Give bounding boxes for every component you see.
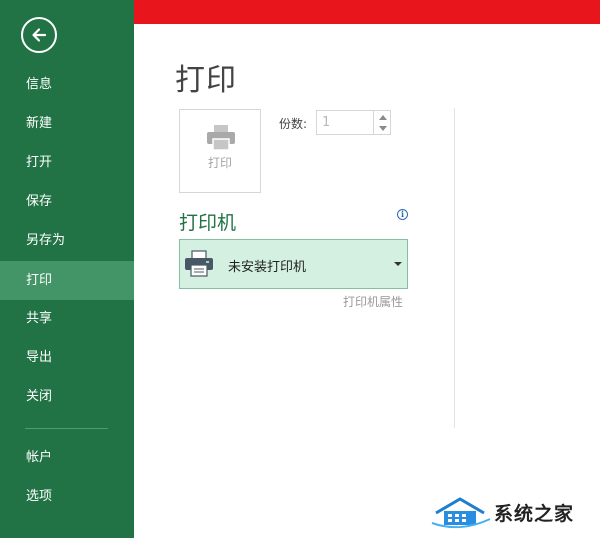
nav-item-close[interactable]: 关闭: [0, 377, 134, 416]
watermark-logo-icon: [431, 497, 491, 529]
copies-stepper[interactable]: [374, 110, 391, 135]
copies-label: 份数:: [279, 117, 308, 131]
spin-down-icon[interactable]: [379, 126, 387, 131]
copies-input[interactable]: 1: [316, 110, 374, 135]
nav-item-options[interactable]: 选项: [0, 477, 134, 516]
print-button-label: 打印: [207, 156, 232, 170]
nav-item-print[interactable]: 打印: [0, 261, 134, 300]
nav-item-new[interactable]: 新建: [0, 104, 134, 143]
nav-divider: [25, 428, 108, 429]
nav-item-account[interactable]: 帐户: [0, 438, 134, 477]
nav-item-save[interactable]: 保存: [0, 182, 134, 221]
printer-icon: [207, 125, 235, 151]
printer-heading: 打印机: [179, 212, 237, 234]
watermark-text: 系统之家: [494, 503, 575, 525]
print-button[interactable]: 打印: [179, 109, 261, 193]
nav-item-save-as[interactable]: 另存为: [0, 221, 134, 260]
back-arrow-icon: [32, 28, 47, 42]
printer-properties-link[interactable]: 打印机属性: [343, 293, 403, 310]
watermark: 系统之家: [430, 493, 600, 533]
nav-item-export[interactable]: 导出: [0, 338, 134, 377]
spin-up-icon[interactable]: [379, 115, 387, 120]
printer-dropdown[interactable]: 未安装打印机: [179, 239, 408, 289]
nav-item-share[interactable]: 共享: [0, 299, 134, 338]
backstage-sidebar: 信息 新建 打开 保存 另存为 打印 共享 导出 关闭 帐户 选项: [0, 0, 134, 538]
chevron-down-icon: [394, 262, 402, 266]
panel-divider: [454, 108, 455, 428]
page-title: 打印: [175, 63, 237, 98]
back-button[interactable]: [21, 17, 57, 53]
printer-name: 未安装打印机: [228, 260, 307, 275]
nav-item-open[interactable]: 打开: [0, 143, 134, 182]
info-icon[interactable]: i: [397, 209, 408, 220]
title-bar: [134, 0, 600, 24]
printer-icon: [185, 250, 213, 277]
nav-item-info[interactable]: 信息: [0, 65, 134, 104]
